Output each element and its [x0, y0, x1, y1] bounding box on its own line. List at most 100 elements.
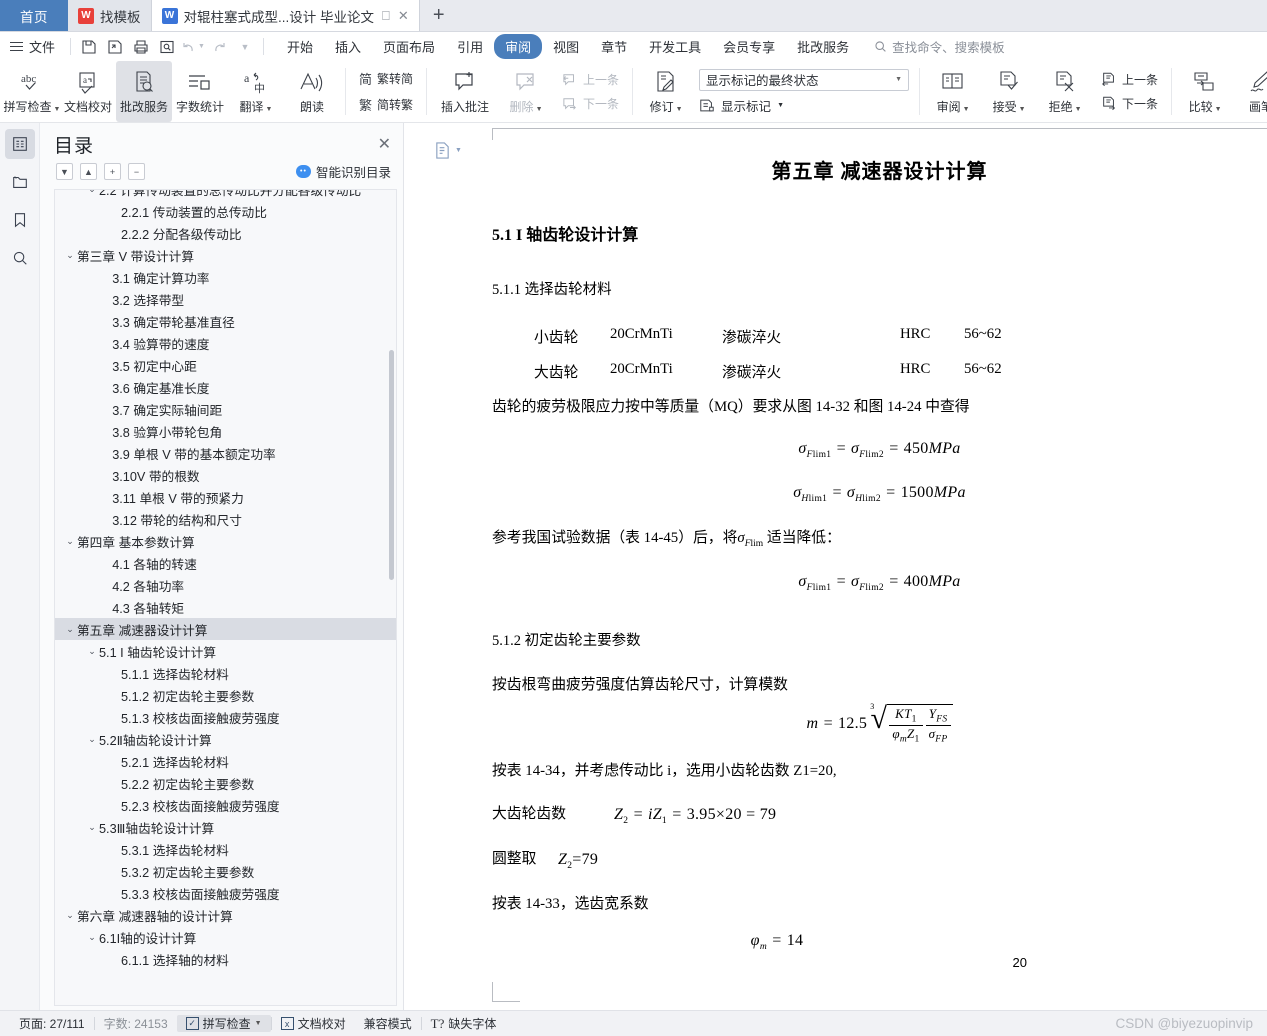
tab-member[interactable]: 会员专享	[712, 34, 786, 59]
collapse-down-icon[interactable]: ▼	[56, 163, 73, 180]
outline-item[interactable]: ⌄5.1 I 轴齿轮设计计算	[55, 640, 396, 662]
paste-options-button[interactable]: ▼	[434, 141, 462, 160]
outline-item[interactable]: 3.10V 带的根数	[55, 464, 396, 486]
undo-icon[interactable]: ▼	[180, 36, 206, 58]
save-as-icon[interactable]	[102, 36, 128, 58]
save-icon[interactable]	[76, 36, 102, 58]
outline-item[interactable]: 3.11 单根 V 带的预紧力	[55, 486, 396, 508]
expand-all-icon[interactable]: +	[104, 163, 121, 180]
outline-item[interactable]: ⌄第五章 减速器设计计算	[55, 618, 396, 640]
print-preview-icon[interactable]	[154, 36, 180, 58]
ink-pen-button[interactable]: 画笔	[1233, 61, 1267, 122]
tab-page-layout[interactable]: 页面布局	[372, 34, 446, 59]
reviewing-pane-button[interactable]: 审阅▼	[925, 61, 981, 122]
tab-correction-service[interactable]: 批改服务	[786, 34, 860, 59]
outline-item[interactable]: 5.3.2 初定齿轮主要参数	[55, 860, 396, 882]
tab-start[interactable]: 开始	[276, 34, 324, 59]
page-indicator[interactable]: 页面: 27/111	[10, 1015, 94, 1032]
read-aloud-button[interactable]: 朗读	[284, 61, 340, 122]
tab-chapter[interactable]: 章节	[590, 34, 638, 59]
word-count-button[interactable]: 字数统计	[172, 61, 228, 122]
chevron-down-icon[interactable]: ⌄	[85, 734, 99, 745]
present-icon[interactable]: ⎕	[382, 9, 390, 22]
word-count-indicator[interactable]: 字数: 24153	[95, 1015, 177, 1032]
outline-item[interactable]: 3.8 验算小带轮包角	[55, 420, 396, 442]
thumbnail-panel-button[interactable]	[5, 167, 35, 197]
markup-display-select[interactable]: 显示标记的最终状态 ▼	[699, 69, 909, 91]
outline-item[interactable]: 5.2.1 选择齿轮材料	[55, 750, 396, 772]
chevron-down-icon[interactable]: ⌄	[63, 910, 77, 921]
trad-to-simp-button[interactable]: 简 繁转简	[355, 67, 417, 90]
outline-item[interactable]: 5.3.3 校核齿面接触疲劳强度	[55, 882, 396, 904]
close-icon[interactable]: ✕	[398, 9, 409, 22]
outline-item[interactable]: 2.2.2 分配各级传动比	[55, 222, 396, 244]
chevron-down-icon[interactable]: ⌄	[85, 646, 99, 657]
show-markup-button[interactable]: 显示标记 ▼	[699, 96, 909, 115]
outline-item[interactable]: 5.3.1 选择齿轮材料	[55, 838, 396, 860]
chevron-down-icon[interactable]: ⌄	[85, 932, 99, 943]
proofread-button[interactable]: a 文档校对	[60, 61, 116, 122]
compare-button[interactable]: 比较▼	[1177, 61, 1233, 122]
proofread-status-button[interactable]: x 文档校对	[272, 1015, 355, 1032]
chevron-down-icon[interactable]: ⌄	[63, 536, 77, 547]
delete-comment-button[interactable]: 删除▼	[498, 61, 554, 122]
outline-item[interactable]: ⌄第四章 基本参数计算	[55, 530, 396, 552]
spell-check-button[interactable]: abc 拼写检查▼	[4, 61, 60, 122]
outline-item[interactable]: 2.2.1 传动装置的总传动比	[55, 200, 396, 222]
outline-item[interactable]: 3.7 确定实际轴间距	[55, 398, 396, 420]
outline-item[interactable]: ⌄6.1I轴的设计计算	[55, 926, 396, 948]
chevron-down-icon[interactable]: ⌄	[85, 822, 99, 833]
outline-item[interactable]: 3.9 单根 V 带的基本额定功率	[55, 442, 396, 464]
outline-item[interactable]: 3.6 确定基准长度	[55, 376, 396, 398]
outline-panel-button[interactable]	[5, 129, 35, 159]
outline-item[interactable]: 5.1.3 校核齿面接触疲劳强度	[55, 706, 396, 728]
chevron-down-icon[interactable]: ⌄	[85, 189, 99, 195]
track-changes-button[interactable]: 修订▼	[638, 61, 694, 122]
outline-item[interactable]: 3.1 确定计算功率	[55, 266, 396, 288]
simp-to-trad-button[interactable]: 繁 简转繁	[355, 93, 417, 116]
home-tab[interactable]: 首页	[0, 0, 68, 31]
outline-item[interactable]: ⌄5.3Ⅲ轴齿轮设计计算	[55, 816, 396, 838]
document-view[interactable]: ▼ 第五章 减速器设计计算 5.1 I 轴齿轮设计计算 5.1.1 选择齿轮材料…	[404, 123, 1267, 1010]
search-panel-button[interactable]	[5, 243, 35, 273]
outline-item[interactable]: ⌄第六章 减速器轴的设计计算	[55, 904, 396, 926]
outline-item[interactable]: 4.1 各轴的转速	[55, 552, 396, 574]
outline-item[interactable]: ⌄2.2 计算传动装置的总传动比并分配各级传动比	[55, 189, 396, 200]
outline-scrollbar[interactable]	[389, 350, 394, 580]
tab-document[interactable]: W 对辊柱塞式成型...设计 毕业论文 ⎕ ✕	[152, 0, 420, 31]
outline-item[interactable]: ⌄5.2Ⅱ轴齿轮设计计算	[55, 728, 396, 750]
tab-view[interactable]: 视图	[542, 34, 590, 59]
accept-button[interactable]: 接受▼	[981, 61, 1037, 122]
outline-item[interactable]: 3.5 初定中心距	[55, 354, 396, 376]
previous-comment-button[interactable]: 上一条	[558, 69, 623, 90]
file-menu-button[interactable]: 文件	[6, 37, 65, 56]
tab-references[interactable]: 引用	[446, 34, 494, 59]
reject-button[interactable]: 拒绝▼	[1037, 61, 1093, 122]
outline-item[interactable]: 3.3 确定带轮基准直径	[55, 310, 396, 332]
customize-qat-icon[interactable]: ▼	[232, 36, 258, 58]
print-icon[interactable]	[128, 36, 154, 58]
collapse-all-icon[interactable]: −	[128, 163, 145, 180]
outline-item[interactable]: 5.2.3 校核齿面接触疲劳强度	[55, 794, 396, 816]
tab-review[interactable]: 审阅	[494, 34, 542, 59]
command-search[interactable]: 查找命令、搜索模板	[874, 37, 1005, 56]
outline-item[interactable]: 3.2 选择带型	[55, 288, 396, 310]
correction-service-button[interactable]: 批改服务	[116, 61, 172, 122]
spell-check-status-button[interactable]: ✓ 拼写检查 ▼	[177, 1015, 271, 1032]
outline-item[interactable]: 3.4 验算带的速度	[55, 332, 396, 354]
redo-icon[interactable]	[206, 36, 232, 58]
next-change-button[interactable]: 下一条	[1097, 93, 1162, 114]
new-tab-button[interactable]: +	[420, 0, 458, 31]
tab-insert[interactable]: 插入	[324, 34, 372, 59]
insert-comment-button[interactable]: 插入批注	[432, 61, 498, 122]
bookmark-panel-button[interactable]	[5, 205, 35, 235]
outline-item[interactable]: 5.2.2 初定齿轮主要参数	[55, 772, 396, 794]
collapse-up-icon[interactable]: ▲	[80, 163, 97, 180]
translate-button[interactable]: a 中 翻译▼	[228, 61, 284, 122]
tab-find-template[interactable]: W 找模板	[68, 0, 152, 31]
chevron-down-icon[interactable]: ⌄	[63, 624, 77, 635]
chevron-down-icon[interactable]: ⌄	[63, 250, 77, 261]
tab-developer[interactable]: 开发工具	[638, 34, 712, 59]
outline-item[interactable]: 3.12 带轮的结构和尺寸	[55, 508, 396, 530]
outline-item[interactable]: ⌄第三章 V 带设计计算	[55, 244, 396, 266]
